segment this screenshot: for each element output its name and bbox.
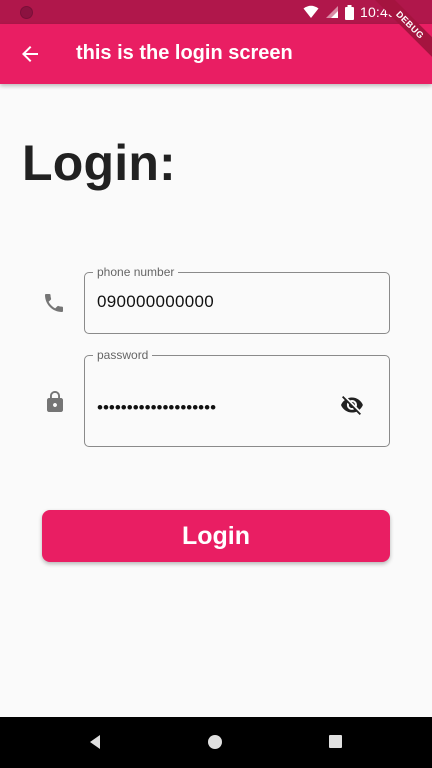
- password-field[interactable]: password ••••••••••••••••••••: [84, 348, 390, 447]
- nav-recents-icon[interactable]: [328, 734, 343, 749]
- nav-home-icon[interactable]: [207, 734, 223, 750]
- phone-number-value[interactable]: 090000000000: [97, 292, 214, 312]
- wifi-icon: [303, 5, 319, 18]
- password-label: password: [93, 348, 153, 362]
- login-button[interactable]: Login: [42, 510, 390, 562]
- password-visibility-toggle[interactable]: [339, 392, 365, 418]
- signal-icon: [325, 6, 338, 18]
- lock-icon: [47, 391, 63, 412]
- phone-icon: [45, 294, 63, 312]
- password-value[interactable]: ••••••••••••••••••••: [97, 398, 216, 418]
- status-bar: 10:45: [0, 0, 432, 24]
- phone-number-label: phone number: [93, 265, 179, 279]
- notification-dot-icon: [20, 6, 33, 19]
- back-button[interactable]: [14, 40, 46, 68]
- nav-back-icon[interactable]: [88, 734, 102, 750]
- phone-number-field[interactable]: phone number 090000000000: [84, 265, 390, 334]
- arrow-back-icon: [22, 46, 38, 62]
- battery-icon: [344, 4, 354, 20]
- page-title: Login:: [22, 135, 176, 191]
- app-bar-title: this is the login screen: [76, 42, 293, 64]
- app-bar: this is the login screen: [0, 24, 432, 84]
- visibility-off-icon: [341, 396, 363, 415]
- navigation-bar: [0, 717, 432, 768]
- login-screen: 10:45 DEBUG this is the login screen Log…: [0, 0, 432, 768]
